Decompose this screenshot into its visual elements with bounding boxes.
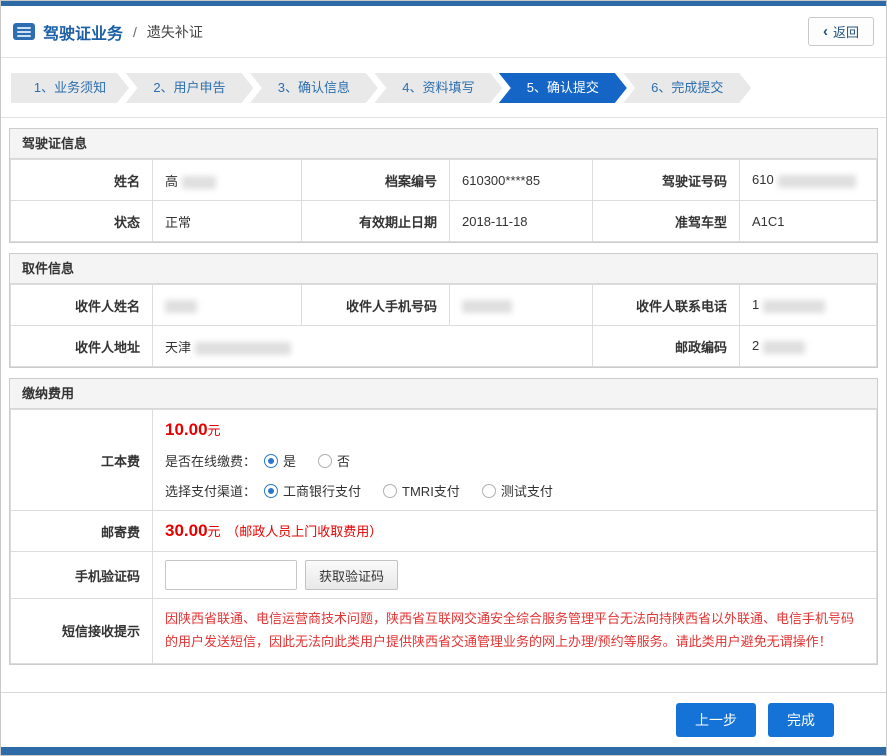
breadcrumb-separator: / [133,24,137,40]
redacted-text [462,300,512,313]
expiry-date-value: 2018-11-18 [450,201,593,242]
table-row: 姓名 高 档案编号 610300****85 驾驶证号码 610 [11,160,877,201]
sms-notice-label: 短信接收提示 [11,599,153,664]
license-business-icon [13,23,35,40]
online-pay-no-radio[interactable] [318,454,332,468]
redacted-text [763,300,825,313]
recipient-name-label: 收件人姓名 [11,285,153,326]
footer-actions: 上一步 完成 [1,692,886,747]
step-6-complete-submit[interactable]: 6、完成提交 [623,73,751,103]
recipient-phone-value: 1 [740,285,877,326]
step-nav: 1、业务须知 2、用户申告 3、确认信息 4、资料填写 5、确认提交 6、完成提… [1,58,886,118]
redacted-text [182,176,216,189]
channel-icbc-radio[interactable] [264,484,278,498]
online-pay-no-option: 否 [318,451,350,470]
online-pay-yes-option: 是 [264,451,296,470]
online-pay-question: 是否在线缴费： [165,451,256,470]
pickup-info-section: 取件信息 收件人姓名 收件人手机号码 收件人联系电话 1 收件人地址 天津 邮政… [9,253,878,368]
header: 驾驶证业务 / 遗失补证 ‹ 返回 [1,6,886,58]
vehicle-class-label: 准驾车型 [593,201,740,242]
recipient-mobile-label: 收件人手机号码 [302,285,450,326]
production-fee-block: 10.00元 是否在线缴费： 是 否 [153,410,876,510]
fees-table: 工本费 10.00元 是否在线缴费： 是 [10,409,877,664]
channel-tmri-label: TMRI支付 [402,481,460,500]
bottom-accent-bar [1,747,886,755]
expiry-date-label: 有效期止日期 [302,201,450,242]
captcha-label: 手机验证码 [11,552,153,599]
step-3-confirm-info[interactable]: 3、确认信息 [250,73,378,103]
sms-notice-text: 因陕西省联通、电信运营商技术问题，陕西省互联网交通安全综合服务管理平台无法向持陕… [153,599,876,663]
pay-channel-question: 选择支付渠道： [165,481,256,500]
online-pay-no-label: 否 [337,451,350,470]
back-button-label: 返回 [833,22,859,41]
table-row: 短信接收提示 因陕西省联通、电信运营商技术问题，陕西省互联网交通安全综合服务管理… [11,599,877,664]
online-pay-row: 是否在线缴费： 是 否 [165,451,864,470]
captcha-input[interactable] [165,560,297,590]
mail-fee-note: （邮政人员上门收取费用） [226,524,382,539]
previous-step-button[interactable]: 上一步 [676,703,756,737]
channel-tmri-radio[interactable] [383,484,397,498]
postal-code-label: 邮政编码 [593,326,740,367]
status-label: 状态 [11,201,153,242]
breadcrumb-current: 遗失补证 [147,22,203,42]
postal-code-value: 2 [740,326,877,367]
redacted-text [763,341,805,354]
finish-button[interactable]: 完成 [768,703,834,737]
recipient-phone-label: 收件人联系电话 [593,285,740,326]
vehicle-class-value: A1C1 [740,201,877,242]
redacted-text [195,342,291,355]
file-number-value: 610300****85 [450,160,593,201]
status-value: 正常 [153,201,302,242]
file-number-label: 档案编号 [302,160,450,201]
table-row: 工本费 10.00元 是否在线缴费： 是 [11,410,877,511]
back-chevron-icon: ‹ [823,24,828,39]
breadcrumb: 驾驶证业务 / 遗失补证 [13,20,203,44]
table-row: 手机验证码 获取验证码 [11,552,877,599]
mail-fee-value: 30.00元 （邮政人员上门收取费用） [153,511,877,552]
channel-icbc-option: 工商银行支付 [264,481,361,500]
step-4-fill-data[interactable]: 4、资料填写 [374,73,502,103]
recipient-address-label: 收件人地址 [11,326,153,367]
redacted-text [165,300,197,313]
name-value: 高 [153,160,302,201]
get-captcha-button[interactable]: 获取验证码 [305,560,398,590]
production-fee-label: 工本费 [11,410,153,511]
online-pay-yes-label: 是 [283,451,296,470]
table-row: 收件人姓名 收件人手机号码 收件人联系电话 1 [11,285,877,326]
online-pay-yes-radio[interactable] [264,454,278,468]
redacted-text [778,175,856,188]
license-section-title: 驾驶证信息 [10,129,877,159]
fees-section: 缴纳费用 工本费 10.00元 是否在线缴费： [9,378,878,665]
license-info-table: 姓名 高 档案编号 610300****85 驾驶证号码 610 状态 正常 有… [10,159,877,242]
license-number-value: 610 [740,160,877,201]
pickup-info-table: 收件人姓名 收件人手机号码 收件人联系电话 1 收件人地址 天津 邮政编码 2 [10,284,877,367]
step-1-business-notice[interactable]: 1、业务须知 [11,73,129,103]
channel-icbc-label: 工商银行支付 [283,481,361,500]
pickup-section-title: 取件信息 [10,254,877,284]
license-info-section: 驾驶证信息 姓名 高 档案编号 610300****85 驾驶证号码 610 状… [9,128,878,243]
channel-test-option: 测试支付 [482,481,553,500]
recipient-address-value: 天津 [153,326,593,367]
recipient-mobile-value [450,285,593,326]
main-content: 驾驶证信息 姓名 高 档案编号 610300****85 驾驶证号码 610 状… [1,118,886,692]
page-title: 驾驶证业务 [43,20,123,44]
fees-section-title: 缴纳费用 [10,379,877,409]
recipient-name-value [153,285,302,326]
captcha-row: 获取验证码 [153,552,876,598]
table-row: 状态 正常 有效期止日期 2018-11-18 准驾车型 A1C1 [11,201,877,242]
production-fee-amount: 10.00元 [165,420,864,440]
pay-channel-row: 选择支付渠道： 工商银行支付 TMRI支付 [165,481,864,500]
channel-tmri-option: TMRI支付 [383,481,460,500]
mail-fee-label: 邮寄费 [11,511,153,552]
step-2-user-declaration[interactable]: 2、用户申告 [125,73,253,103]
name-label: 姓名 [11,160,153,201]
table-row: 收件人地址 天津 邮政编码 2 [11,326,877,367]
back-button[interactable]: ‹ 返回 [808,17,874,46]
channel-test-label: 测试支付 [501,481,553,500]
license-number-label: 驾驶证号码 [593,160,740,201]
step-5-confirm-submit[interactable]: 5、确认提交 [499,73,627,103]
table-row: 邮寄费 30.00元 （邮政人员上门收取费用） [11,511,877,552]
channel-test-radio[interactable] [482,484,496,498]
page: 驾驶证业务 / 遗失补证 ‹ 返回 1、业务须知 2、用户申告 3、确认信息 4… [0,0,887,756]
